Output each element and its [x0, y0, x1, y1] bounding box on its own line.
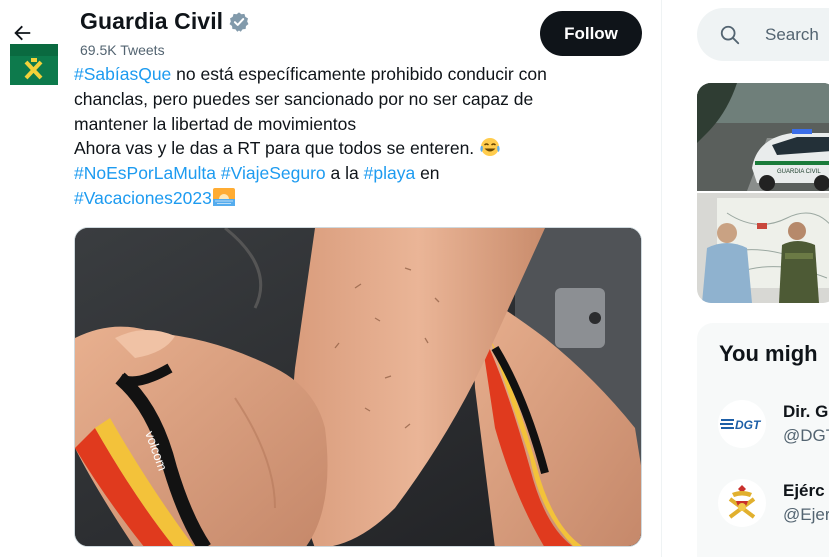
- who-to-follow-title: You migh: [719, 341, 818, 366]
- search-icon: [719, 24, 741, 46]
- dgt-logo-icon: DGT: [720, 418, 762, 432]
- profile-name: Guardia Civil: [80, 8, 250, 35]
- hashtag-vacaciones2023[interactable]: #Vacaciones2023: [74, 188, 212, 208]
- guardia-civil-emblem-icon: [24, 58, 43, 80]
- tweet-line-1-text: no está específicamente prohibido conduc…: [171, 64, 547, 84]
- media-grid: GUARDIA CIVIL: [697, 83, 829, 303]
- media-thumb-patrol-car[interactable]: GUARDIA CIVIL: [697, 83, 829, 191]
- svg-text:GUARDIA CIVIL: GUARDIA CIVIL: [777, 169, 821, 175]
- agents-with-map-photo: [697, 193, 829, 303]
- profile-avatar[interactable]: [10, 44, 58, 85]
- flip-flop-feet-photo: volcom: [75, 228, 641, 546]
- search-bar[interactable]: [697, 8, 829, 61]
- tweet-line-3: mantener la libertad de movimientos: [74, 113, 357, 134]
- tweet-line-5-mid: a la: [325, 163, 364, 184]
- ejercito-avatar: [718, 479, 766, 527]
- hashtag-playa[interactable]: #playa: [364, 163, 416, 183]
- tweet-line-5-end: en: [415, 163, 440, 184]
- verified-badge-icon: [228, 11, 250, 33]
- hashtag-noesporlamulta[interactable]: #NoEsPorLaMulta: [74, 163, 216, 183]
- account-handle: @DGT: [783, 426, 829, 445]
- tweet-photo[interactable]: volcom: [74, 227, 642, 547]
- hashtag-sabiasque[interactable]: #SabíasQue: [74, 64, 171, 84]
- follow-button[interactable]: Follow: [540, 11, 642, 56]
- tweet-line-4-text: Ahora vas y le das a RT para que todos s…: [74, 138, 480, 159]
- face-with-tears-of-joy-icon: [480, 138, 500, 157]
- hashtag-viajeseguro[interactable]: #ViajeSeguro: [221, 163, 326, 183]
- account-name: Ejérc: [783, 481, 825, 500]
- tweet-line-2: chanclas, pero puedes ser sancionado por…: [74, 88, 534, 109]
- search-input[interactable]: [765, 24, 829, 45]
- tweet-line-5: #NoEsPorLaMulta #ViajeSeguro a la #playa…: [74, 161, 644, 186]
- tweet-line-4: Ahora vas y le das a RT para que todos s…: [74, 136, 644, 161]
- dgt-logo-text: DGT: [735, 418, 762, 432]
- main-column: Guardia Civil 69.5K Tweets Follow #Sabía…: [0, 0, 662, 557]
- army-emblem-icon: [728, 485, 756, 519]
- tweet-text: #SabíasQue no está específicamente prohi…: [74, 62, 644, 211]
- tweet-line-1: #SabíasQue no está específicamente prohi…: [74, 62, 644, 87]
- patrol-car-photo: GUARDIA CIVIL: [697, 83, 829, 191]
- sunrise-over-water-icon: [212, 187, 235, 206]
- dgt-avatar: DGT: [718, 400, 766, 448]
- suggested-account-dgt[interactable]: DGT Dir. G @DGT: [697, 398, 829, 460]
- media-thumb-agents-map[interactable]: [697, 193, 829, 303]
- profile-name-text: Guardia Civil: [80, 8, 224, 34]
- account-handle: @Ejer: [783, 505, 829, 524]
- account-name: Dir. G: [783, 402, 829, 421]
- tweet-line-6: #Vacaciones2023: [74, 186, 644, 211]
- who-to-follow-panel: You migh DGT Dir. G @DGT Ejérc @Ejer: [697, 323, 829, 557]
- back-arrow-icon: [14, 25, 31, 41]
- tweet-count: 69.5K Tweets: [80, 42, 165, 58]
- suggested-account-ejercito[interactable]: Ejérc @Ejer: [697, 477, 829, 539]
